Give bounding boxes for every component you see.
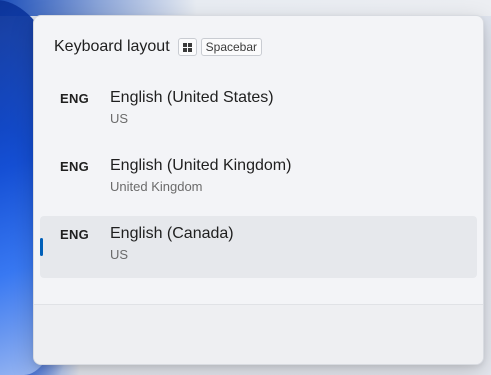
layout-code: ENG	[60, 159, 90, 174]
layout-subtitle: United Kingdom	[110, 179, 203, 194]
flyout-title: Keyboard layout	[54, 38, 170, 55]
keyboard-layout-flyout: Keyboard layout Spacebar ENG English (Un…	[33, 15, 484, 365]
layout-subtitle: US	[110, 247, 129, 262]
flyout-header: Keyboard layout Spacebar	[54, 36, 266, 58]
windows-logo-icon	[182, 42, 192, 52]
layout-code: ENG	[60, 91, 90, 106]
layout-list: ENG English (United States) US ENG Engli…	[40, 80, 477, 284]
layout-subtitle: US	[110, 111, 129, 126]
windows-key-chip	[177, 38, 197, 56]
layout-name: English (Canada)	[110, 225, 234, 242]
desktop: Keyboard layout Spacebar ENG English (Un…	[0, 0, 491, 375]
layout-name: English (United Kingdom)	[110, 157, 292, 174]
layout-item-english-uk[interactable]: ENG English (United Kingdom) United King…	[40, 148, 477, 210]
layout-item-english-canada[interactable]: ENG English (Canada) US	[40, 216, 477, 278]
layout-name: English (United States)	[110, 89, 274, 106]
layout-code: ENG	[60, 227, 90, 242]
flyout-footer	[34, 305, 483, 364]
wallpaper	[0, 0, 491, 16]
spacebar-key-chip: Spacebar	[200, 38, 263, 56]
layout-item-english-us[interactable]: ENG English (United States) US	[40, 80, 477, 142]
selection-indicator	[40, 238, 43, 256]
